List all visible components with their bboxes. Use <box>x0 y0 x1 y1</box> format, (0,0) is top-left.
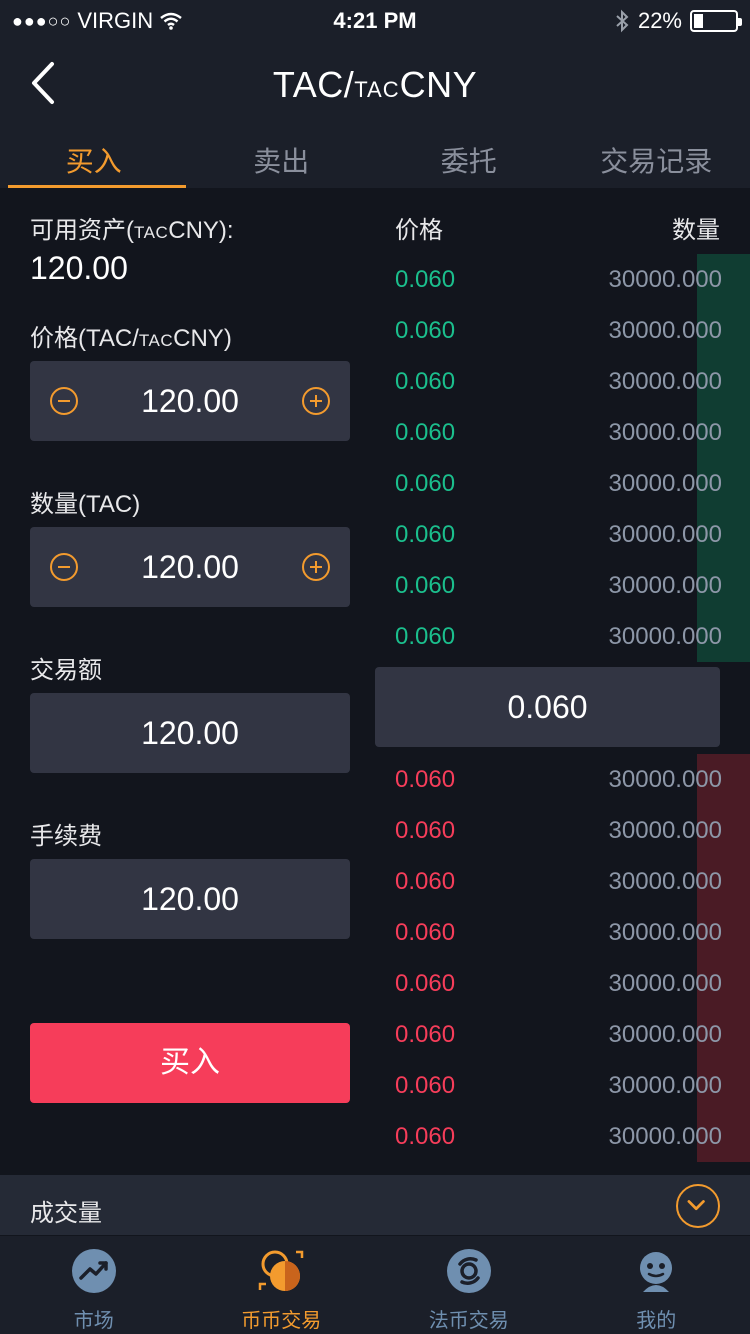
status-right: 22% <box>614 8 742 34</box>
ask-row[interactable]: 0.060 30000.000 <box>375 1009 750 1060</box>
fee-value: 120.00 <box>141 881 239 917</box>
ask-quantity: 30000.000 <box>608 919 722 946</box>
order-book-header: 价格 数量 <box>395 210 720 244</box>
ask-price: 0.060 <box>395 766 456 793</box>
ask-price: 0.060 <box>395 1123 456 1150</box>
title-main: TAC/ <box>272 64 355 105</box>
ask-quantity: 30000.000 <box>608 1123 722 1150</box>
ask-quantity: 30000.000 <box>608 868 722 895</box>
bid-price: 0.060 <box>395 521 456 548</box>
bid-row[interactable]: 0.060 30000.000 <box>375 458 750 509</box>
coin-trade-icon <box>259 1250 304 1291</box>
bid-quantity: 30000.000 <box>608 419 722 446</box>
title-tail: CNY <box>399 64 478 105</box>
nav-fiat-trade[interactable]: 法币交易 <box>375 1236 563 1334</box>
trade-amount-field[interactable]: 120.00 <box>30 693 350 773</box>
ask-row[interactable]: 0.060 30000.000 <box>375 754 750 805</box>
bottom-nav: 市场 币币交易 法币交易 我的 <box>0 1236 750 1334</box>
volume-bar[interactable]: 成交量 <box>0 1175 750 1235</box>
price-plus-icon[interactable] <box>302 387 330 415</box>
nav-market[interactable]: 市场 <box>0 1236 188 1334</box>
volume-label: 成交量 <box>30 1200 102 1227</box>
quantity-plus-icon[interactable] <box>302 553 330 581</box>
bid-quantity: 30000.000 <box>608 368 722 395</box>
bid-row[interactable]: 0.060 30000.000 <box>375 509 750 560</box>
available-asset-label: 可用资产(TACCNY): <box>30 217 234 244</box>
nav-coin-trade-label: 币币交易 <box>241 1310 322 1332</box>
nav-coin-trade[interactable]: 币币交易 <box>188 1236 376 1334</box>
bid-row[interactable]: 0.060 30000.000 <box>375 305 750 356</box>
bluetooth-icon <box>616 9 629 33</box>
bid-price: 0.060 <box>395 572 456 599</box>
battery-percent: 22% <box>637 8 682 33</box>
nav-market-label: 市场 <box>73 1310 114 1332</box>
trade-amount-value: 120.00 <box>141 715 239 751</box>
profile-icon <box>640 1252 673 1292</box>
bid-row[interactable]: 0.060 30000.000 <box>375 407 750 458</box>
bid-quantity: 30000.000 <box>608 317 722 344</box>
tab-orders[interactable]: 委托 <box>375 130 563 188</box>
tab-buy[interactable]: 买入 <box>0 130 188 188</box>
ask-row[interactable]: 0.060 30000.000 <box>375 907 750 958</box>
nav-profile[interactable]: 我的 <box>563 1236 750 1334</box>
bid-price: 0.060 <box>395 317 456 344</box>
ask-price: 0.060 <box>395 919 456 946</box>
bid-quantity: 30000.000 <box>608 470 722 497</box>
bid-price: 0.060 <box>395 470 456 497</box>
tab-bar: 买入 卖出 委托 交易记录 <box>0 130 750 188</box>
ask-price: 0.060 <box>395 817 456 844</box>
tab-sell[interactable]: 卖出 <box>188 130 376 188</box>
bid-price: 0.060 <box>395 266 456 293</box>
ask-row[interactable]: 0.060 30000.000 <box>375 1060 750 1111</box>
fee-field: 120.00 <box>30 859 350 939</box>
fiat-trade-icon <box>446 1249 491 1293</box>
price-label: 价格(TAC/TACCNY) <box>30 325 232 352</box>
market-icon <box>71 1249 116 1293</box>
ask-row[interactable]: 0.060 30000.000 <box>375 805 750 856</box>
bid-price: 0.060 <box>395 419 456 446</box>
ask-quantity: 30000.000 <box>608 970 722 997</box>
ask-row[interactable]: 0.060 30000.000 <box>375 856 750 907</box>
bid-quantity: 30000.000 <box>608 623 722 650</box>
page-title: TAC/TACCNY <box>0 64 750 106</box>
ask-price: 0.060 <box>395 970 456 997</box>
bid-price: 0.060 <box>395 623 456 650</box>
price-stepper[interactable]: 120.00 <box>30 361 350 441</box>
available-asset-value: 120.00 <box>30 250 128 286</box>
quantity-label: 数量(TAC) <box>30 491 141 518</box>
battery-icon <box>690 10 742 32</box>
quantity-header: 数量 <box>672 217 720 244</box>
ask-quantity: 30000.000 <box>608 817 722 844</box>
status-bar: ●●●○○ VIRGIN 4:21 PM 22% <box>0 0 750 40</box>
nav-fiat-trade-label: 法币交易 <box>428 1310 509 1332</box>
bid-row[interactable]: 0.060 30000.000 <box>375 611 750 662</box>
bid-row[interactable]: 0.060 30000.000 <box>375 560 750 611</box>
trade-amount-label: 交易额 <box>30 657 102 684</box>
nav-profile-label: 我的 <box>636 1310 677 1332</box>
bid-price: 0.060 <box>395 368 456 395</box>
quantity-stepper[interactable]: 120.00 <box>30 527 350 607</box>
ask-quantity: 30000.000 <box>608 1021 722 1048</box>
ask-row[interactable]: 0.060 30000.000 <box>375 1111 750 1162</box>
tab-trade-history[interactable]: 交易记录 <box>563 130 750 188</box>
title-small: TAC <box>354 77 400 102</box>
bid-quantity: 30000.000 <box>608 266 722 293</box>
buy-button[interactable]: 买入 <box>30 1023 350 1103</box>
ask-price: 0.060 <box>395 1021 456 1048</box>
last-price[interactable]: 0.060 <box>375 667 720 747</box>
ask-row[interactable]: 0.060 30000.000 <box>375 958 750 1009</box>
ask-quantity: 30000.000 <box>608 1072 722 1099</box>
header: TAC/TACCNY <box>0 40 750 130</box>
ask-price: 0.060 <box>395 868 456 895</box>
ask-price: 0.060 <box>395 1072 456 1099</box>
bid-quantity: 30000.000 <box>608 572 722 599</box>
bid-row[interactable]: 0.060 30000.000 <box>375 356 750 407</box>
ask-quantity: 30000.000 <box>608 766 722 793</box>
chevron-down-icon[interactable] <box>676 1184 720 1228</box>
bid-row[interactable]: 0.060 30000.000 <box>375 254 750 305</box>
bid-quantity: 30000.000 <box>608 521 722 548</box>
price-header: 价格 <box>395 217 443 244</box>
fee-label: 手续费 <box>30 823 102 850</box>
